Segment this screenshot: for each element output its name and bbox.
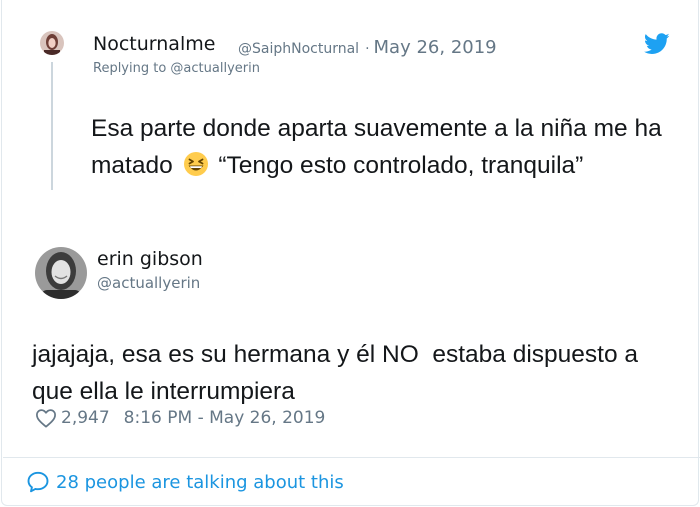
- conversation-label[interactable]: 28 people are talking about this: [56, 472, 344, 493]
- heart-icon[interactable]: [35, 408, 57, 428]
- footer-divider: [3, 457, 700, 458]
- parent-tweet-text: Esa parte donde aparta suavemente a la n…: [91, 110, 691, 184]
- tweet-text: jajajaja, esa es su hermana y él NO esta…: [32, 341, 639, 405]
- parent-meta: @SaiphNocturnal · May 26, 2019: [238, 37, 497, 58]
- tweet-timestamp[interactable]: 8:16 PM - May 26, 2019: [124, 408, 326, 428]
- replying-to-label[interactable]: Replying to @actuallyerin: [93, 61, 260, 76]
- parent-handle[interactable]: @SaiphNocturnal: [238, 41, 359, 57]
- tweet-meta-row: 2,947 8:16 PM - May 26, 2019: [35, 406, 325, 430]
- author-display-name[interactable]: erin gibson: [97, 248, 203, 270]
- grin-emoji-icon: [183, 152, 208, 176]
- parent-date[interactable]: May 26, 2019: [374, 37, 497, 58]
- conversation-link[interactable]: 28 people are talking about this: [26, 468, 344, 496]
- separator-dot: ·: [365, 41, 370, 57]
- parent-text-part-2: “Tengo esto controlado, tranquila”: [218, 152, 584, 179]
- speech-bubble-icon: [27, 471, 49, 493]
- like-count[interactable]: 2,947: [61, 408, 110, 428]
- parent-display-name[interactable]: Nocturnalme: [93, 33, 215, 55]
- twitter-bird-icon[interactable]: [644, 33, 670, 55]
- thread-connector-line: [51, 62, 53, 190]
- author-avatar[interactable]: [35, 247, 87, 299]
- author-handle[interactable]: @actuallyerin: [97, 274, 200, 292]
- tweet-embed-card: Nocturnalme @SaiphNocturnal · May 26, 2019…: [1, 0, 700, 506]
- parent-avatar[interactable]: [40, 31, 64, 55]
